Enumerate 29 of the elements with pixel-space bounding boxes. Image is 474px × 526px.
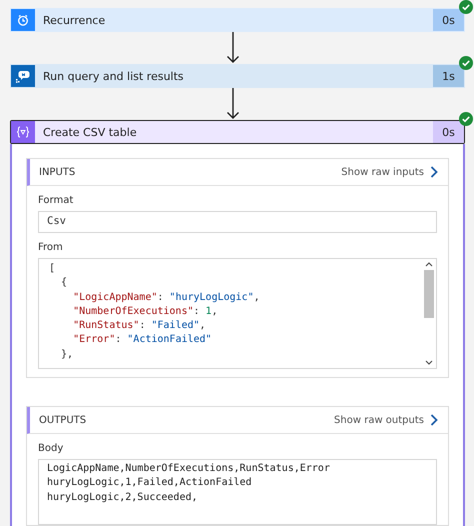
down-arrow <box>226 32 240 64</box>
scrollbar[interactable] <box>424 261 434 366</box>
action-card[interactable]: Create CSV table 0s <box>10 120 465 144</box>
code-editor[interactable]: [ { "LogicAppName": "huryLogLogic", "NumberOfExecutions": 1, "RunStatus": "Failed", "Error": "ActionFailed" }, <box>38 258 437 369</box>
down-arrow <box>226 88 240 120</box>
duration-badge: 0s <box>433 121 464 143</box>
show-raw-link[interactable]: Show raw outputs <box>334 414 438 426</box>
field-label: Format <box>38 195 74 206</box>
action-title: Create CSV table <box>43 126 137 138</box>
chevron-right-icon <box>430 166 438 178</box>
section-heading: INPUTS <box>39 166 76 178</box>
body-output-field: LogicAppName,NumberOfExecutions,RunStatus,Error huryLogLogic,1,Failed,ActionFailed huryLogLogic,2,Succeeded, <box>38 459 437 525</box>
chevron-right-icon <box>430 414 438 426</box>
chat-bubble-icon <box>16 70 30 82</box>
action-title: Recurrence <box>43 14 106 26</box>
action-card[interactable]: Run query and list results 1s <box>10 64 465 88</box>
alarm-clock-icon <box>17 14 29 26</box>
duration-badge: 1s <box>433 65 464 87</box>
field-label: From <box>38 242 64 253</box>
braces-icon <box>16 126 30 138</box>
scroll-up-icon[interactable] <box>425 261 433 267</box>
action-title: Run query and list results <box>43 70 184 82</box>
section-heading: OUTPUTS <box>39 414 86 426</box>
field-label: Body <box>38 443 64 454</box>
format-field[interactable]: Csv <box>38 211 437 233</box>
show-raw-link[interactable]: Show raw inputs <box>341 166 438 178</box>
action-card[interactable]: Recurrence 0s <box>10 8 465 32</box>
scroll-down-icon[interactable] <box>425 360 433 366</box>
duration-badge: 0s <box>433 9 464 31</box>
